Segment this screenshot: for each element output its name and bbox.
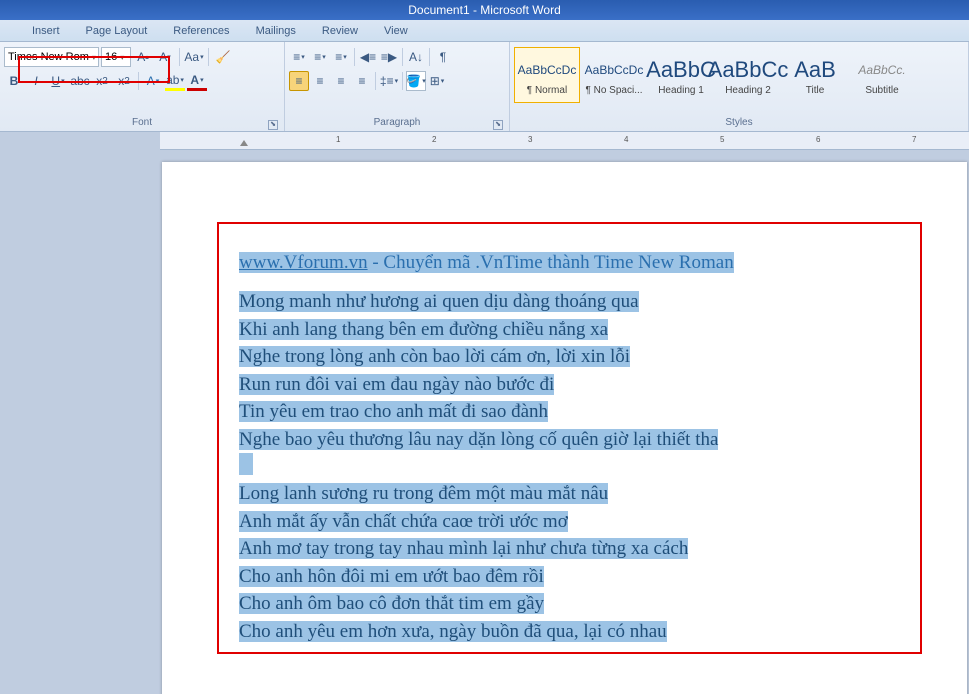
style-item[interactable]: AaBbCcDc¶ No Spaci...	[581, 47, 647, 103]
ruler-tick: 7	[912, 135, 916, 144]
styles-group: AaBbCcDc¶ NormalAaBbCcDc¶ No Spaci...AaB…	[510, 42, 969, 131]
subscript-button[interactable]: x2	[92, 71, 112, 91]
grow-font-button[interactable]: A▴	[133, 47, 153, 67]
style-preview: AaBbC	[646, 55, 716, 85]
multilevel-button[interactable]: ≡▾	[331, 47, 351, 67]
justify-button[interactable]: ≡	[352, 71, 372, 91]
show-marks-button[interactable]: ¶	[433, 47, 453, 67]
ribbon: Times New Rom▾ 16▾ A▴ A▾ Aa▾ 🧹 B I U▾ ab…	[0, 42, 969, 132]
ruler-tick: 2	[432, 135, 436, 144]
ruler-tick: 1	[336, 135, 340, 144]
ribbon-tabs: Insert Page Layout References Mailings R…	[0, 20, 969, 42]
borders-button[interactable]: ⊞▾	[427, 71, 447, 91]
highlight-button[interactable]: ab▾	[165, 71, 185, 91]
style-label: Heading 2	[725, 85, 771, 96]
decrease-indent-button[interactable]: ◀≡	[358, 47, 378, 67]
font-color-button[interactable]: A▾	[187, 71, 207, 91]
style-preview: AaBbCcDc	[518, 55, 577, 85]
paragraph-dialog-launcher[interactable]: ⬊	[493, 120, 503, 130]
style-label: Title	[806, 85, 825, 96]
tab-mailings[interactable]: Mailings	[244, 22, 308, 40]
font-group-label: Font⬊	[4, 117, 280, 131]
style-preview: AaB	[794, 55, 836, 85]
document-heading: www.Vforum.vn - Chuyển mã .VnTime thành …	[239, 252, 900, 274]
style-item[interactable]: AaBbCHeading 1	[648, 47, 714, 103]
tab-insert[interactable]: Insert	[20, 22, 72, 40]
ruler-tick: 3	[528, 135, 532, 144]
numbering-button[interactable]: ≡▾	[310, 47, 330, 67]
style-label: Heading 1	[658, 85, 704, 96]
underline-button[interactable]: U▾	[48, 71, 68, 91]
paragraph-group: ≡▾ ≡▾ ≡▾ ◀≡ ≡▶ A↓ ¶ ≡ ≡ ≡ ≡ ‡≡▾ 🪣▾ ⊞	[285, 42, 510, 131]
document-line: Long lanh sương ru trong đêm một màu mắt…	[239, 480, 900, 508]
styles-group-label: Styles	[514, 117, 964, 131]
italic-button[interactable]: I	[26, 71, 46, 91]
style-item[interactable]: AaBTitle	[782, 47, 848, 103]
style-preview: AaBbCc.	[858, 55, 905, 85]
font-dialog-launcher[interactable]: ⬊	[268, 120, 278, 130]
document-line: Anh mơ tay trong tay nhau mình lại như c…	[239, 535, 900, 563]
increase-indent-button[interactable]: ≡▶	[379, 47, 399, 67]
style-label: ¶ No Spaci...	[585, 85, 642, 96]
ruler-tick: 5	[720, 135, 724, 144]
font-name-combo[interactable]: Times New Rom▾	[4, 47, 99, 67]
document-line: Mong manh như hương ai quen dịu dàng tho…	[239, 288, 900, 316]
bullets-button[interactable]: ≡▾	[289, 47, 309, 67]
style-label: ¶ Normal	[527, 85, 567, 96]
change-case-button[interactable]: Aa▾	[184, 47, 204, 67]
document-page[interactable]: www.Vforum.vn - Chuyển mã .VnTime thành …	[162, 162, 967, 694]
style-preview: AaBbCcDc	[585, 55, 644, 85]
ruler-tick: 4	[624, 135, 628, 144]
document-line: Nghe trong lòng anh còn bao lời cám ơn, …	[239, 343, 900, 371]
tab-view[interactable]: View	[372, 22, 420, 40]
tab-references[interactable]: References	[161, 22, 241, 40]
clear-formatting-button[interactable]: 🧹	[213, 47, 233, 67]
superscript-button[interactable]: x2	[114, 71, 134, 91]
ruler-tick: 6	[816, 135, 820, 144]
style-item[interactable]: AaBbCc.Subtitle	[849, 47, 915, 103]
style-item[interactable]: AaBbCcHeading 2	[715, 47, 781, 103]
indent-marker-icon[interactable]	[240, 140, 248, 146]
content-highlight-box: www.Vforum.vn - Chuyển mã .VnTime thành …	[217, 222, 922, 654]
document-area: 1 2 3 4 5 6 7 www.Vforum.vn - Chuyển mã .VnTim…	[0, 132, 969, 694]
paragraph-group-label: Paragraph⬊	[289, 117, 505, 131]
tab-review[interactable]: Review	[310, 22, 370, 40]
align-right-button[interactable]: ≡	[331, 71, 351, 91]
document-line: Cho anh hôn đôi mi em ướt bao đêm rồi	[239, 563, 900, 591]
blank-line	[239, 453, 900, 480]
shrink-font-button[interactable]: A▾	[155, 47, 175, 67]
title-bar: Document1 - Microsoft Word	[0, 0, 969, 20]
heading-link[interactable]: www.Vforum.vn	[239, 252, 368, 273]
line-spacing-button[interactable]: ‡≡▾	[379, 71, 399, 91]
document-line: Nghe bao yêu thương lâu nay dặn lòng cố …	[239, 426, 900, 454]
style-preview: AaBbCc	[708, 55, 789, 85]
document-line: Cho anh yêu em hơn xưa, ngày buồn đã qua…	[239, 618, 900, 646]
document-line: Run run đôi vai em đau ngày nào bước đi	[239, 371, 900, 399]
sort-button[interactable]: A↓	[406, 47, 426, 67]
align-left-button[interactable]: ≡	[289, 71, 309, 91]
style-item[interactable]: AaBbCcDc¶ Normal	[514, 47, 580, 103]
bold-button[interactable]: B	[4, 71, 24, 91]
shading-button[interactable]: 🪣▾	[406, 71, 426, 91]
horizontal-ruler[interactable]: 1 2 3 4 5 6 7	[160, 132, 969, 150]
tab-page-layout[interactable]: Page Layout	[74, 22, 160, 40]
style-label: Subtitle	[865, 85, 898, 96]
text-effects-button[interactable]: A▾	[143, 71, 163, 91]
document-line: Cho anh ôm bao cô đơn thắt tim em gầy	[239, 590, 900, 618]
document-line: Khi anh lang thang bên em đường chiều nắ…	[239, 316, 900, 344]
font-size-combo[interactable]: 16▾	[101, 47, 131, 67]
align-center-button[interactable]: ≡	[310, 71, 330, 91]
strikethrough-button[interactable]: abc	[70, 71, 90, 91]
document-line: Anh mắt ấy vẫn chất chứa caœ trời ước mơ	[239, 508, 900, 536]
document-line: Tin yêu em trao cho anh mất đi sao đành	[239, 398, 900, 426]
font-group: Times New Rom▾ 16▾ A▴ A▾ Aa▾ 🧹 B I U▾ ab…	[0, 42, 285, 131]
